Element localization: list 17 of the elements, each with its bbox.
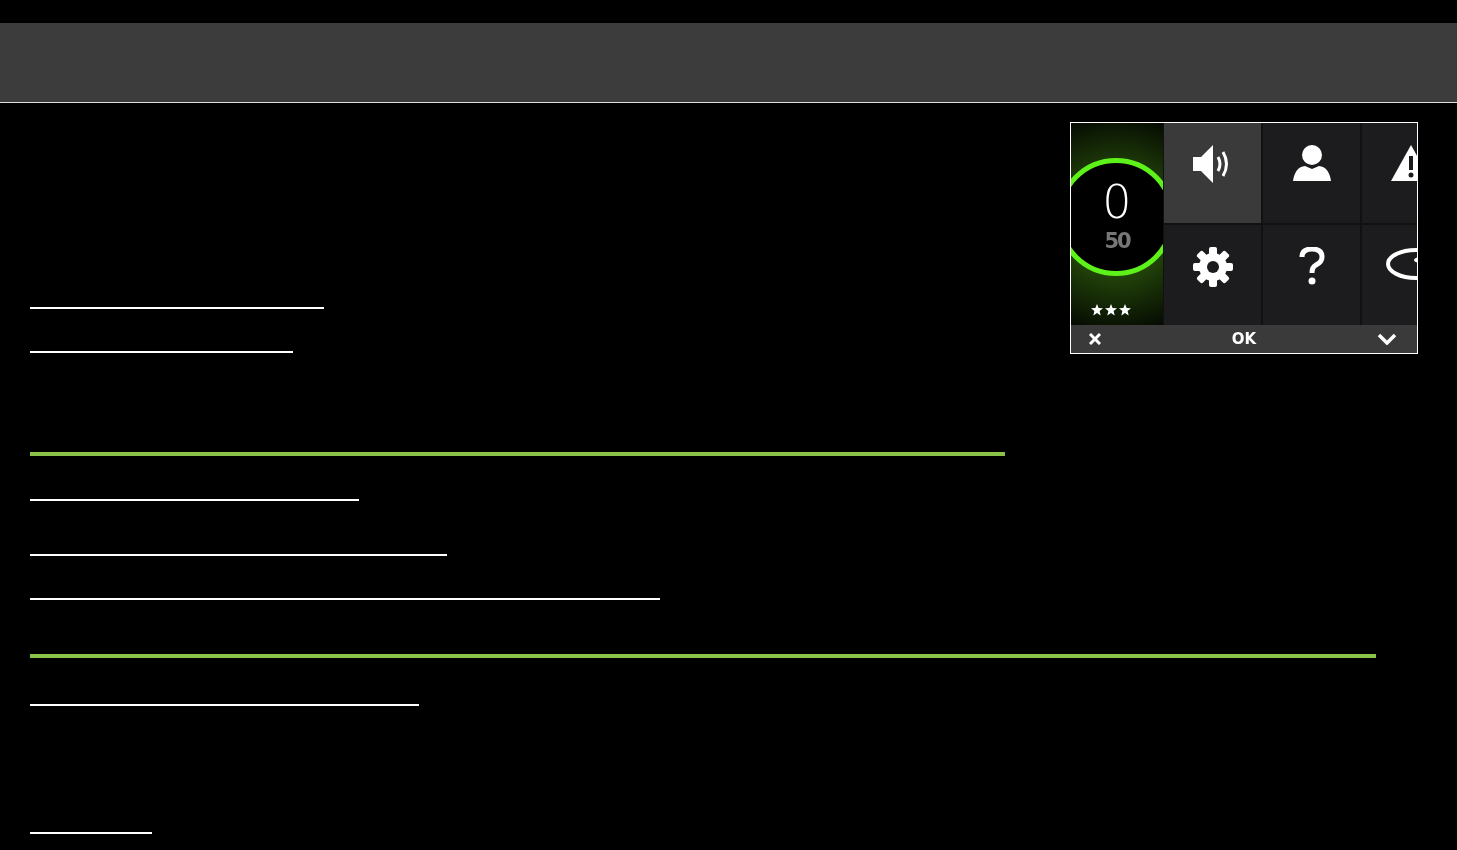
close-button[interactable] [1089,333,1101,345]
close-icon [1089,333,1101,345]
user-icon [1292,145,1331,181]
menu-tile[interactable] [1263,123,1360,223]
star-icon [1105,304,1117,316]
score-target: 50 [1104,231,1130,252]
menu-tile[interactable] [1263,225,1360,325]
score-value: 0 [1102,179,1132,225]
star-icon [1119,304,1131,316]
ok-button[interactable]: OK [1231,330,1257,348]
help-icon [1298,247,1325,285]
menu-tile[interactable] [1164,123,1261,223]
dropdown-button[interactable] [1377,333,1397,345]
star-icon [1091,304,1103,316]
settings-icon [1192,247,1233,287]
chevron-down-icon [1377,333,1397,345]
menu-tile[interactable] [1164,225,1261,325]
